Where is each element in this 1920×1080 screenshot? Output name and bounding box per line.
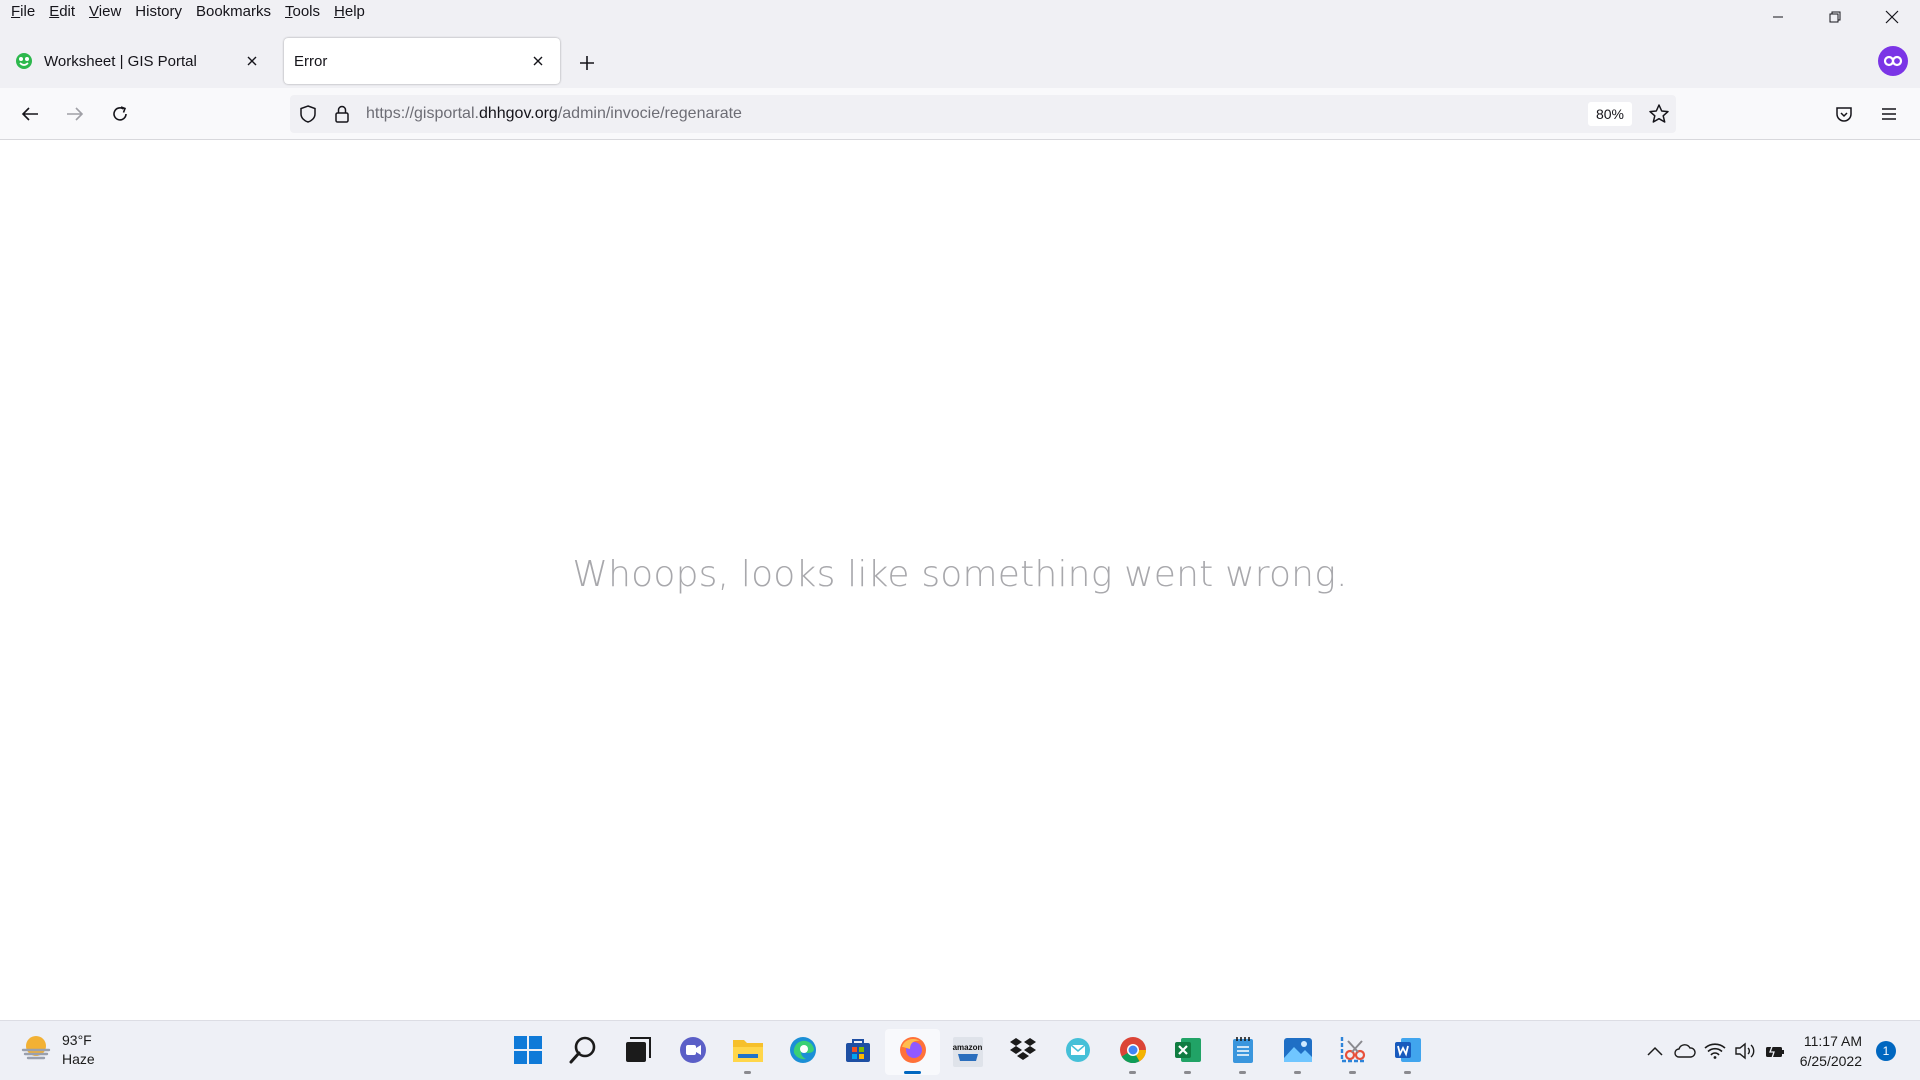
running-indicator [1129, 1071, 1136, 1074]
tab-strip: Worksheet | GIS Portal Error [0, 24, 1920, 88]
url-bar[interactable]: https://gisportal.dhhgov.org/admin/invoc… [290, 95, 1676, 133]
restore-button[interactable] [1806, 0, 1863, 34]
app-menu-button[interactable] [1871, 96, 1907, 132]
minimize-button[interactable] [1749, 0, 1806, 34]
running-indicator [904, 1071, 921, 1074]
firefox-icon [898, 1035, 928, 1070]
taskbar: 93°F Haze amazon 11:17 AM 6/25/2022 1 [0, 1020, 1920, 1080]
error-message: Whoops, looks like something went wrong. [572, 554, 1348, 595]
running-indicator [1404, 1071, 1411, 1074]
menu-help[interactable]: Help [327, 0, 372, 24]
menu-bar: File Edit View History Bookmarks Tools H… [0, 0, 1920, 24]
page-content: Whoops, looks like something went wrong. [0, 141, 1920, 1020]
close-tab-icon[interactable] [236, 45, 268, 77]
clock-time: 11:17 AM [1803, 1033, 1862, 1049]
menu-bookmarks[interactable]: Bookmarks [189, 0, 278, 24]
store-button[interactable] [830, 1029, 885, 1075]
search-icon [568, 1035, 598, 1070]
haze-weather-icon [20, 1033, 52, 1068]
bookmark-star-icon[interactable] [1648, 103, 1670, 130]
running-indicator [1184, 1071, 1191, 1074]
word-button[interactable] [1380, 1029, 1435, 1075]
menu-tools[interactable]: Tools [278, 0, 327, 24]
mail-icon [1064, 1036, 1092, 1069]
photos-button[interactable] [1270, 1029, 1325, 1075]
reload-button[interactable] [102, 96, 138, 132]
windows-start-icon [513, 1035, 543, 1070]
task-view-button[interactable] [610, 1029, 665, 1075]
onedrive-cloud-icon[interactable] [1670, 1036, 1700, 1066]
file-explorer-icon [732, 1036, 764, 1069]
show-hidden-icons-chevron-up-icon[interactable] [1640, 1036, 1670, 1066]
window-controls [1749, 0, 1920, 34]
tracking-protection-shield-icon[interactable] [298, 104, 318, 129]
excel-button[interactable] [1160, 1029, 1215, 1075]
running-indicator [744, 1071, 751, 1074]
photos-icon [1283, 1036, 1313, 1069]
dropbox-icon [1008, 1036, 1038, 1069]
microsoft-store-icon [844, 1036, 872, 1069]
account-icon[interactable] [1878, 46, 1908, 76]
teams-chat-icon [678, 1035, 708, 1070]
snipping-tool-icon [1338, 1035, 1368, 1070]
forward-button[interactable] [57, 96, 93, 132]
notepad-button[interactable] [1215, 1029, 1270, 1075]
zoom-level-badge[interactable]: 80% [1587, 102, 1632, 126]
task-view-icon [624, 1036, 652, 1069]
edge-button[interactable] [775, 1029, 830, 1075]
navigation-toolbar: https://gisportal.dhhgov.org/admin/invoc… [0, 88, 1920, 140]
battery-charging-icon[interactable] [1760, 1036, 1790, 1066]
lock-icon[interactable] [333, 104, 351, 129]
search-button[interactable] [555, 1029, 610, 1075]
back-button[interactable] [12, 96, 48, 132]
notepad-icon [1230, 1035, 1256, 1070]
teams-chat-button[interactable] [665, 1029, 720, 1075]
chrome-button[interactable] [1105, 1029, 1160, 1075]
snipping-tool-button[interactable] [1325, 1029, 1380, 1075]
running-indicator [1294, 1071, 1301, 1074]
tab-title: Error [294, 52, 328, 70]
running-indicator [1239, 1071, 1246, 1074]
system-tray: 11:17 AM 6/25/2022 1 [1640, 1021, 1920, 1080]
amazon-icon: amazon [952, 1037, 983, 1067]
chrome-icon [1118, 1035, 1148, 1070]
volume-icon[interactable] [1730, 1036, 1760, 1066]
taskbar-apps: amazon [500, 1029, 1435, 1075]
tab-worksheet[interactable]: Worksheet | GIS Portal [6, 38, 274, 84]
clock[interactable]: 11:17 AM 6/25/2022 [1800, 1031, 1862, 1071]
start-button[interactable] [500, 1029, 555, 1075]
weather-widget[interactable]: 93°F Haze [20, 1031, 95, 1069]
new-tab-button[interactable] [572, 48, 602, 78]
close-tab-icon[interactable] [522, 45, 554, 77]
wifi-icon[interactable] [1700, 1036, 1730, 1066]
mail-button[interactable] [1050, 1029, 1105, 1075]
edge-icon [788, 1035, 818, 1070]
firefox-button[interactable] [885, 1029, 940, 1075]
running-indicator [1349, 1071, 1356, 1074]
file-explorer-button[interactable] [720, 1029, 775, 1075]
pocket-button[interactable] [1826, 96, 1862, 132]
tab-error[interactable]: Error [284, 38, 560, 84]
weather-temperature: 93°F [62, 1032, 92, 1048]
word-icon [1393, 1035, 1423, 1070]
amazon-button[interactable]: amazon [940, 1029, 995, 1075]
excel-icon [1173, 1035, 1203, 1070]
gis-portal-favicon-icon [14, 51, 34, 71]
menu-edit[interactable]: Edit [42, 0, 82, 24]
weather-description: Haze [62, 1051, 95, 1067]
dropbox-button[interactable] [995, 1029, 1050, 1075]
tab-title: Worksheet | GIS Portal [44, 52, 197, 70]
notification-badge[interactable]: 1 [1876, 1041, 1896, 1061]
clock-date: 6/25/2022 [1799, 1053, 1862, 1069]
menu-file[interactable]: File [4, 0, 42, 24]
menu-view[interactable]: View [82, 0, 128, 24]
url-text[interactable]: https://gisportal.dhhgov.org/admin/invoc… [366, 95, 742, 133]
close-window-button[interactable] [1863, 0, 1920, 34]
menu-history[interactable]: History [128, 0, 189, 24]
amazon-label: amazon [952, 1042, 983, 1052]
